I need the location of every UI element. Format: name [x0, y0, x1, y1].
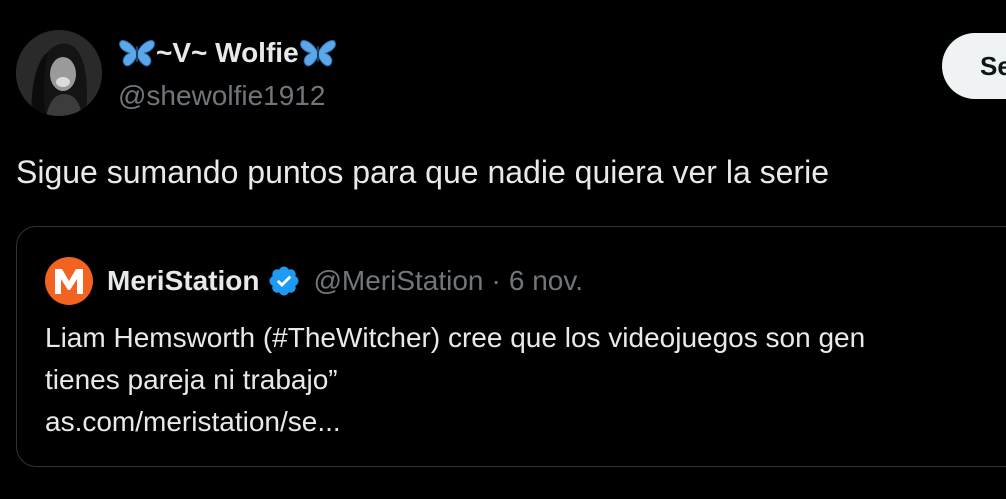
author-display-name-text: ~V~ Wolfie: [156, 37, 299, 68]
author-handle[interactable]: @shewolfie1912: [118, 80, 337, 112]
quoted-tweet-text-line: tienes pareja ni trabajo”: [45, 364, 338, 395]
quoted-tweet-header: MeriStation @MeriStation · 6 nov.: [45, 257, 583, 305]
quoted-tweet-card[interactable]: MeriStation @MeriStation · 6 nov. Liam H…: [16, 226, 1006, 467]
quoted-author-handle[interactable]: @MeriStation: [313, 265, 483, 297]
quoted-author-name[interactable]: MeriStation: [107, 265, 259, 297]
author-info: ~V~ Wolfie @shewolfie1912: [118, 34, 337, 112]
quoted-tweet-link[interactable]: as.com/meristation/se...: [45, 401, 865, 443]
verified-badge-icon: [267, 264, 301, 298]
separator-dot: ·: [491, 265, 501, 296]
meristation-logo-icon[interactable]: [45, 257, 93, 305]
butterfly-icon: [118, 36, 156, 70]
tweet-text: Sigue sumando puntos para que nadie quie…: [16, 154, 829, 190]
see-button[interactable]: See: [942, 33, 1006, 99]
tweet: ~V~ Wolfie @shewolfie1912 See Sigue suma…: [0, 0, 1006, 499]
quoted-tweet-text-line: Liam Hemsworth (#TheWitcher) cree que lo…: [45, 322, 866, 353]
author-display-name[interactable]: ~V~ Wolfie: [118, 34, 337, 72]
quoted-tweet-date[interactable]: 6 nov.: [509, 265, 583, 297]
quoted-tweet-body: Liam Hemsworth (#TheWitcher) cree que lo…: [45, 317, 865, 443]
butterfly-icon: [299, 36, 337, 70]
user-avatar[interactable]: [16, 30, 102, 116]
